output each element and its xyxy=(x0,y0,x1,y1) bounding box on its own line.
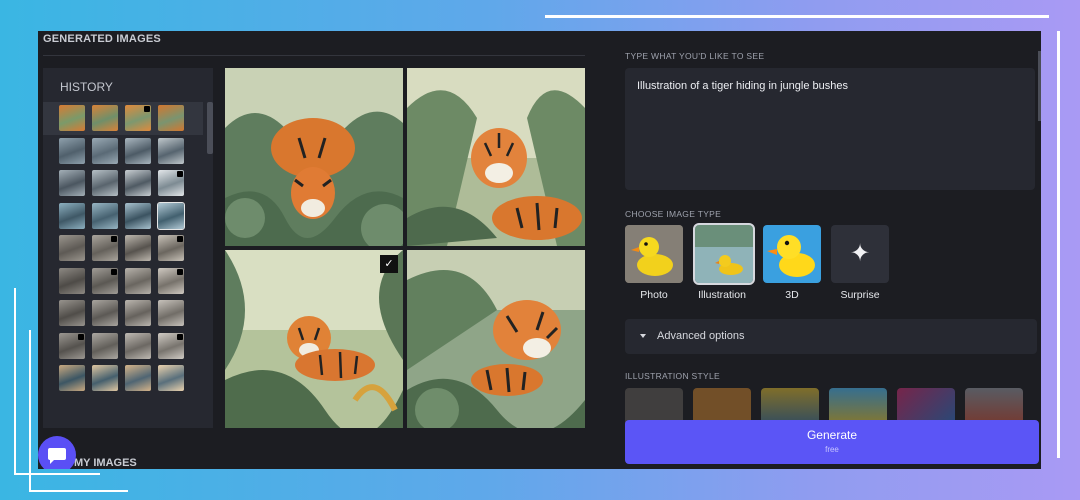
image-type-photo[interactable] xyxy=(625,225,683,283)
history-thumbnail[interactable] xyxy=(157,201,185,230)
history-thumbnail[interactable] xyxy=(59,235,85,261)
history-thumbnail[interactable] xyxy=(59,365,85,391)
generated-image-1[interactable] xyxy=(225,68,403,246)
app-window: GENERATED IMAGES HISTORY ✓ MY IMAGES TYP… xyxy=(38,31,1041,469)
generate-label: Generate xyxy=(806,428,858,442)
prompt-text: Illustration of a tiger hiding in jungle… xyxy=(637,80,848,92)
caret-down-icon xyxy=(640,334,646,338)
tiger-illustration xyxy=(225,68,403,246)
history-thumbnail[interactable] xyxy=(158,365,184,391)
duck-3d-icon xyxy=(763,225,821,283)
image-type-photo-label: Photo xyxy=(640,289,668,301)
history-thumbnail[interactable] xyxy=(158,235,184,261)
tiger-illustration xyxy=(225,250,403,428)
image-type-illustration[interactable] xyxy=(693,223,755,285)
history-title: HISTORY xyxy=(60,80,113,94)
history-thumbnail[interactable] xyxy=(59,332,85,359)
history-thumbnail[interactable] xyxy=(92,332,118,359)
prompt-input[interactable]: Illustration of a tiger hiding in jungle… xyxy=(625,68,1035,190)
bookmark-icon xyxy=(177,236,183,242)
generated-images-title: GENERATED IMAGES xyxy=(43,33,161,45)
advanced-options-toggle[interactable]: Advanced options xyxy=(625,319,1037,354)
chat-icon-tail xyxy=(50,459,55,464)
deco-line-right xyxy=(1057,31,1060,458)
history-thumbnail[interactable] xyxy=(59,202,85,229)
generated-image-3[interactable]: ✓ xyxy=(225,250,403,428)
advanced-options-label: Advanced options xyxy=(657,330,745,342)
history-thumbnail[interactable] xyxy=(92,105,118,131)
history-thumbnail[interactable] xyxy=(92,267,118,294)
history-thumbnail[interactable] xyxy=(158,300,184,326)
deco-line-left xyxy=(14,288,16,474)
history-thumbnail[interactable] xyxy=(158,105,184,131)
history-thumbnail[interactable] xyxy=(59,137,85,164)
history-thumbnail[interactable] xyxy=(158,332,184,359)
history-thumbnail[interactable] xyxy=(125,170,151,196)
tiger-illustration xyxy=(407,68,585,246)
history-thumbnail[interactable] xyxy=(92,235,118,261)
history-thumbnail[interactable] xyxy=(125,137,151,164)
history-thumbnail[interactable] xyxy=(92,365,118,391)
image-type-illustration-label: Illustration xyxy=(698,289,746,301)
bookmark-icon xyxy=(111,268,117,275)
history-thumbnail[interactable] xyxy=(125,105,151,131)
generate-button[interactable]: Generate free xyxy=(625,420,1039,464)
deco-line-bottom-2 xyxy=(29,490,128,492)
history-thumbnail[interactable] xyxy=(125,267,151,294)
bookmark-icon xyxy=(111,236,117,242)
generated-image-4[interactable] xyxy=(407,250,585,428)
image-type-3d[interactable] xyxy=(763,225,821,283)
deco-line-top xyxy=(545,15,1049,18)
history-list[interactable] xyxy=(43,102,203,428)
history-thumbnail[interactable] xyxy=(158,267,184,294)
history-thumbnail[interactable] xyxy=(92,202,118,229)
bookmark-icon xyxy=(177,171,183,177)
bookmark-icon xyxy=(78,333,84,340)
history-thumbnail[interactable] xyxy=(125,332,151,359)
prompt-label: TYPE WHAT YOU'D LIKE TO SEE xyxy=(625,51,765,61)
history-thumbnail[interactable] xyxy=(59,105,85,131)
bookmark-icon xyxy=(144,106,150,112)
history-thumbnail[interactable] xyxy=(59,267,85,294)
history-thumbnail[interactable] xyxy=(125,365,151,391)
bookmark-icon xyxy=(177,333,183,340)
bookmark-icon xyxy=(177,268,183,275)
history-thumbnail[interactable] xyxy=(158,170,184,196)
selected-check-icon: ✓ xyxy=(380,255,398,273)
sparkle-icon: ✦ xyxy=(849,240,871,267)
illustration-style-label: ILLUSTRATION STYLE xyxy=(625,371,720,381)
history-grid xyxy=(59,105,185,391)
history-scrollbar[interactable] xyxy=(207,102,213,154)
image-type-surprise[interactable]: ✦ xyxy=(831,225,889,283)
history-thumbnail[interactable] xyxy=(158,137,184,164)
tiger-illustration xyxy=(407,250,585,428)
deco-line-left-2 xyxy=(29,330,31,491)
history-thumbnail[interactable] xyxy=(92,300,118,326)
section-divider xyxy=(43,55,585,56)
history-panel: HISTORY xyxy=(43,68,213,428)
generate-sublabel: free xyxy=(825,445,839,454)
right-scrollbar[interactable] xyxy=(1038,51,1041,121)
duck-illustration-icon xyxy=(695,225,753,283)
image-type-surprise-label: Surprise xyxy=(840,289,880,301)
image-type-label: CHOOSE IMAGE TYPE xyxy=(625,209,722,219)
history-thumbnail[interactable] xyxy=(125,300,151,326)
my-images-title: MY IMAGES xyxy=(74,457,137,469)
history-thumbnail[interactable] xyxy=(92,170,118,196)
history-thumbnail[interactable] xyxy=(125,202,151,229)
history-thumbnail[interactable] xyxy=(59,170,85,196)
image-type-3d-label: 3D xyxy=(785,289,799,301)
deco-line-bottom xyxy=(14,473,100,475)
history-thumbnail[interactable] xyxy=(125,235,151,261)
history-thumbnail[interactable] xyxy=(59,300,85,326)
duck-photo-icon xyxy=(625,225,683,283)
chat-button[interactable] xyxy=(38,436,76,469)
history-thumbnail[interactable] xyxy=(92,137,118,164)
generated-image-2[interactable] xyxy=(407,68,585,246)
